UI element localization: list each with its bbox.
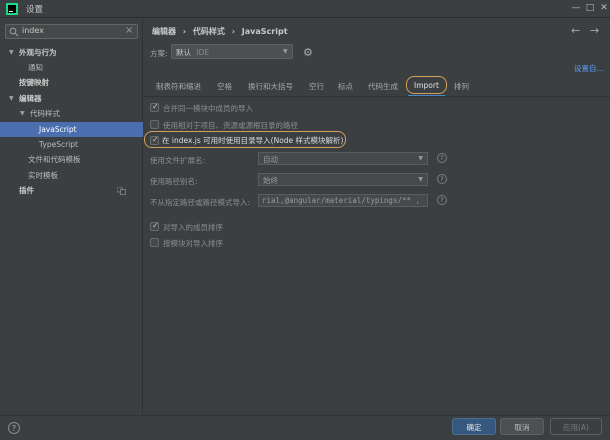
tab-arrangement[interactable]: 排列 bbox=[454, 81, 469, 92]
scheme-value: 默认 IDE bbox=[176, 47, 209, 58]
tab-highlight-annotation bbox=[406, 76, 447, 94]
settings-content bbox=[144, 19, 610, 415]
tree-item-label: 外观与行为 bbox=[19, 48, 57, 57]
path-alias-label: 使用路径别名: bbox=[150, 177, 198, 186]
breadcrumb-separator: › bbox=[182, 27, 187, 36]
tabs-divider bbox=[144, 96, 610, 97]
clear-search-icon[interactable]: × bbox=[125, 25, 133, 36]
tree-item-appearance[interactable]: ▼ 外观与行为 bbox=[0, 45, 143, 60]
cancel-button[interactable]: 取消 bbox=[500, 418, 544, 435]
tree-item-keymap[interactable]: 按键映射 bbox=[0, 75, 143, 90]
tree-item-notifications[interactable]: 通知 bbox=[0, 60, 143, 75]
tree-item-live-templates[interactable]: 实时模板 bbox=[0, 168, 143, 183]
chevron-down-icon: ▼ bbox=[418, 155, 423, 162]
tree-item-label: 代码样式 bbox=[30, 109, 60, 118]
forward-arrow-icon[interactable]: → bbox=[590, 24, 599, 37]
app-logo-icon bbox=[6, 3, 18, 15]
help-icon[interactable]: ? bbox=[437, 153, 447, 163]
tree-item-label: 文件和代码模板 bbox=[28, 155, 81, 164]
tab-spaces[interactable]: 空格 bbox=[217, 81, 232, 92]
tree-item-label: 实时模板 bbox=[28, 171, 58, 180]
path-alias-value: 始终 bbox=[263, 176, 278, 185]
scheme-value-main: 默认 bbox=[176, 48, 191, 57]
tree-item-editor[interactable]: ▼ 编辑器 bbox=[0, 91, 143, 106]
breadcrumb-item[interactable]: 代码样式 bbox=[193, 27, 225, 36]
set-from-link[interactable]: 设置自... bbox=[574, 63, 604, 74]
ok-button[interactable]: 确定 bbox=[452, 418, 496, 435]
tree-item-label: TypeScript bbox=[39, 140, 78, 149]
sort-imported-members-checkbox[interactable]: ✓ bbox=[150, 221, 159, 231]
relative-paths-label: 使用相对于项目、资源或源根目录的路径 bbox=[163, 121, 298, 130]
window-title: 设置 bbox=[26, 5, 44, 15]
tab-wrapping-and-braces[interactable]: 换行和大括号 bbox=[248, 81, 293, 92]
gear-icon[interactable]: ⚙ bbox=[303, 46, 313, 59]
relative-paths-checkbox[interactable] bbox=[150, 120, 159, 129]
breadcrumb: 编辑器 › 代码样式 › JavaScript bbox=[152, 26, 292, 37]
help-icon[interactable]: ? bbox=[437, 174, 447, 184]
minimize-button[interactable]: — bbox=[569, 1, 583, 16]
merge-imports-label: 合并同一模块中成员的导入 bbox=[163, 104, 253, 113]
tree-item-label: 通知 bbox=[28, 63, 43, 72]
expand-arrow-icon[interactable]: ▼ bbox=[9, 91, 14, 106]
expand-arrow-icon[interactable]: ▼ bbox=[9, 45, 14, 60]
no-relative-value: rial,@angular/material/typings/** , bbox=[262, 196, 421, 205]
tree-item-typescript[interactable]: TypeScript bbox=[0, 137, 143, 152]
chevron-down-icon: ▼ bbox=[283, 48, 288, 55]
help-icon[interactable]: ? bbox=[437, 195, 447, 205]
merge-imports-checkbox[interactable]: ✓ bbox=[150, 102, 159, 112]
tree-item-label: JavaScript bbox=[39, 125, 77, 134]
sort-imported-members-label: 对导入的成员排序 bbox=[163, 223, 223, 232]
tree-item-label: 编辑器 bbox=[19, 94, 42, 103]
directory-imports-label: 在 index.js 可用时使用目录导入(Node 样式模块解析) bbox=[162, 136, 344, 145]
tab-code-generation[interactable]: 代码生成 bbox=[368, 81, 398, 92]
file-extension-value: 自动 bbox=[263, 155, 278, 164]
breadcrumb-item: JavaScript bbox=[241, 27, 288, 36]
tree-item-file-templates[interactable]: 文件和代码模板 bbox=[0, 152, 143, 167]
path-alias-select[interactable]: 始终 ▼ bbox=[258, 173, 428, 186]
help-button[interactable]: ? bbox=[8, 422, 20, 434]
tab-blank-lines[interactable]: 空行 bbox=[309, 81, 324, 92]
tree-item-label: 插件 bbox=[19, 186, 34, 195]
sort-by-module-label: 按模块对导入排序 bbox=[163, 239, 223, 248]
expand-arrow-icon[interactable]: ▼ bbox=[20, 106, 25, 121]
translate-icon bbox=[117, 187, 126, 195]
tab-punctuation[interactable]: 标点 bbox=[338, 81, 353, 92]
no-relative-label: 不从指定路径或路径模式导入: bbox=[150, 198, 251, 207]
apply-button[interactable]: 应用(A) bbox=[550, 418, 602, 435]
search-icon bbox=[9, 27, 19, 37]
search-query: index bbox=[22, 26, 44, 35]
tree-item-javascript[interactable]: JavaScript bbox=[0, 122, 143, 137]
tab-tabs-and-indents[interactable]: 制表符和缩进 bbox=[156, 81, 201, 92]
file-extension-select[interactable]: 自动 ▼ bbox=[258, 152, 428, 165]
no-relative-input[interactable]: rial,@angular/material/typings/** , bbox=[258, 194, 428, 207]
sort-by-module-checkbox[interactable] bbox=[150, 238, 159, 247]
chevron-down-icon: ▼ bbox=[418, 176, 423, 183]
file-extension-label: 使用文件扩展名: bbox=[150, 156, 206, 165]
close-button[interactable]: ✕ bbox=[597, 1, 610, 16]
directory-imports-checkbox[interactable]: ✓ bbox=[150, 135, 159, 145]
tree-item-code-style[interactable]: ▼ 代码样式 bbox=[0, 106, 143, 121]
breadcrumb-separator: › bbox=[231, 27, 235, 36]
maximize-button[interactable]: □ bbox=[583, 1, 597, 16]
tree-item-label: 按键映射 bbox=[19, 78, 49, 87]
tree-item-plugins[interactable]: 插件 bbox=[0, 183, 143, 198]
scheme-label: 方案: bbox=[150, 49, 168, 58]
scheme-value-sub: IDE bbox=[196, 48, 210, 57]
back-arrow-icon[interactable]: ← bbox=[571, 24, 580, 37]
title-bar bbox=[0, 0, 610, 18]
breadcrumb-item[interactable]: 编辑器 bbox=[152, 27, 176, 36]
